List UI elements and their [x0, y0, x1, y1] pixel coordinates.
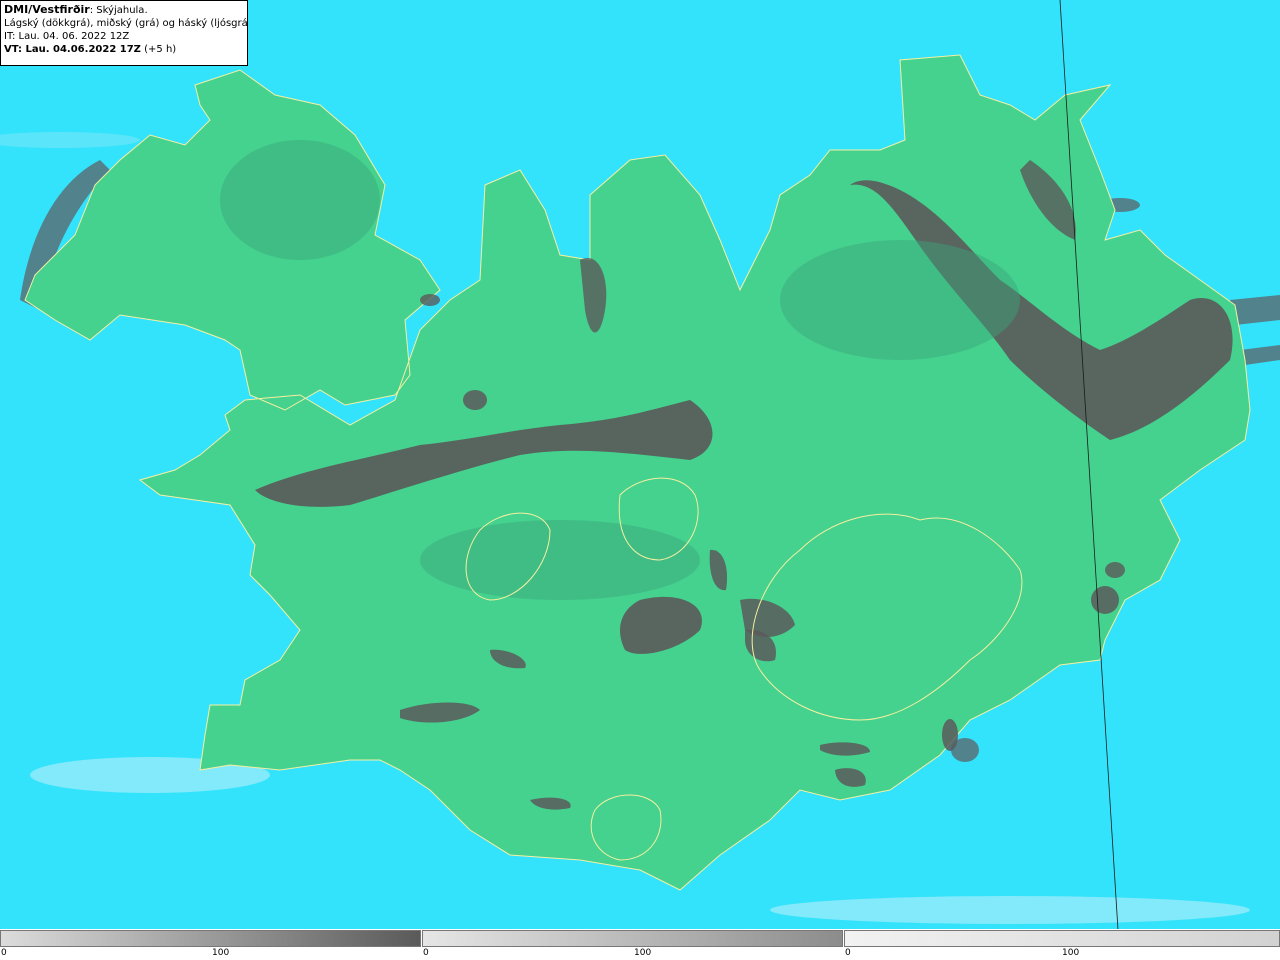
legend-min-high: 0 [845, 948, 851, 958]
legend-low-cloud: 0 100 [0, 929, 421, 960]
issue-time: IT: Lau. 04. 06. 2022 12Z [4, 31, 130, 42]
source-label: DMI/Vestfirðir [4, 3, 90, 16]
product-label: : Skýjahula. [89, 5, 148, 16]
cloud-cover-map [0, 0, 1280, 930]
valid-time-line: VT: Lau. 04.06.2022 17Z (+5 h) [4, 43, 244, 56]
legend-bar-low [0, 930, 421, 947]
valid-time: VT: Lau. 04.06.2022 17Z [4, 44, 141, 55]
legend-mid-cloud: 0 100 [422, 929, 843, 960]
legend-max-low: 100 [212, 948, 230, 958]
legend-bar-high [844, 930, 1280, 947]
legend-bar-mid [422, 930, 843, 947]
legend-max-mid: 100 [634, 948, 652, 958]
map-info-box: DMI/Vestfirðir: Skýjahula. Lágský (dökkg… [0, 0, 248, 66]
description-line: Lágský (dökkgrá), miðský (grá) og háský … [4, 18, 248, 29]
legend-min-mid: 0 [423, 948, 429, 958]
legend-min-low: 0 [1, 948, 7, 958]
lead-time: (+5 h) [140, 44, 177, 55]
legend-max-high: 100 [1062, 948, 1080, 958]
title-line: DMI/Vestfirðir: Skýjahula. [4, 3, 244, 17]
legend-high-cloud: 0 100 [844, 929, 1280, 960]
color-legend: 0 100 0 100 0 100 [0, 929, 1280, 960]
